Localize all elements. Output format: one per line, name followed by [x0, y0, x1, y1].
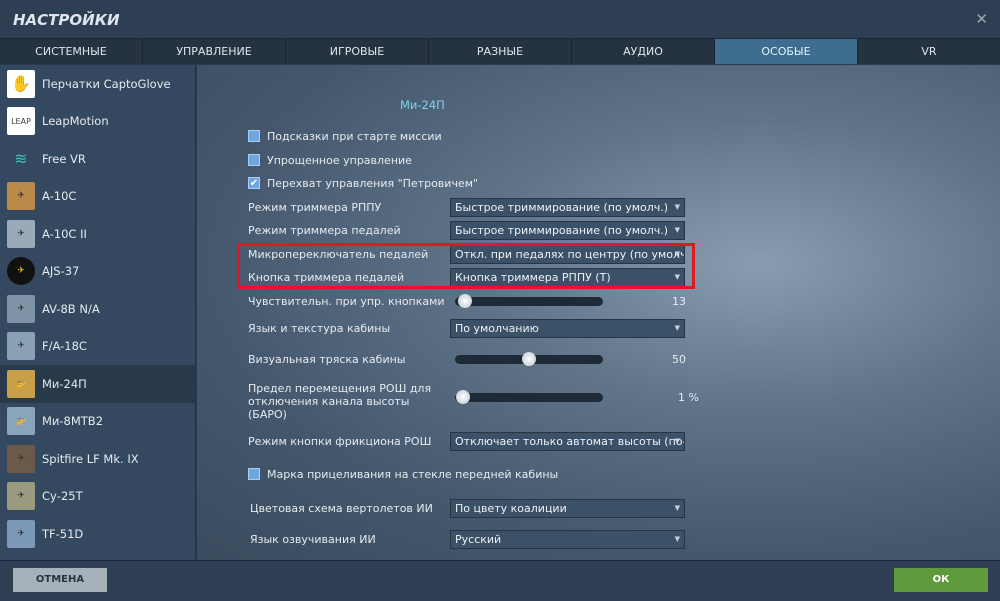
aircraft-icon: ✈	[7, 182, 35, 211]
label: Предел перемещения РОШ для отключения ка…	[248, 381, 432, 421]
aircraft-icon: ✈	[7, 332, 35, 361]
sidebar-item-mi8[interactable]: 🚁 Ми-8МТВ2	[0, 403, 195, 441]
captoglove-icon: ✋	[7, 69, 35, 98]
tab-vr[interactable]: VR	[858, 39, 1000, 64]
title-bar: НАСТРОЙКИ ✕	[0, 0, 1000, 39]
slider-thumb[interactable]	[456, 390, 471, 404]
label: Цветовая схема вертолетов ИИ	[250, 501, 433, 515]
slider-value: 13	[672, 295, 686, 308]
sidebar-item-leapmotion[interactable]: LEAP LeapMotion	[0, 103, 195, 141]
cyclic-trim-mode-dropdown[interactable]: Быстрое триммирование (по умолч.) ▼	[450, 198, 685, 217]
cockpit-language-dropdown[interactable]: По умолчанию ▼	[450, 319, 685, 338]
helicopter-icon: 🚁	[7, 369, 35, 398]
checkbox-simplified-controls[interactable]: Упрощенное управление	[248, 150, 698, 170]
sidebar-item-freevr[interactable]: ≋ Free VR	[0, 140, 195, 178]
tab-system[interactable]: СИСТЕМНЫЕ	[0, 39, 143, 64]
ai-voice-language-dropdown[interactable]: Русский ▼	[450, 530, 685, 549]
sidebar-item-av8b[interactable]: ✈ AV-8B N/A	[0, 290, 195, 328]
sidebar-item-mi24p[interactable]: 🚁 Ми-24П	[0, 365, 195, 403]
collective-travel-slider[interactable]	[455, 390, 603, 404]
sidebar-item-a10c[interactable]: ✈ A-10C	[0, 178, 195, 216]
label: Чувствительн. при упр. кнопками	[248, 294, 445, 308]
checkbox[interactable]	[248, 468, 260, 480]
label: Язык и текстура кабины	[248, 321, 391, 335]
button-sensitivity-slider[interactable]	[455, 294, 603, 308]
chevron-down-icon: ▼	[674, 203, 680, 211]
close-icon[interactable]: ✕	[975, 10, 988, 28]
checkbox-petrovich-takeover[interactable]: ✔ Перехват управления "Петровичем"	[248, 173, 698, 193]
sidebar-item-captoglove[interactable]: ✋ Перчатки CaptoGlove	[0, 65, 195, 103]
slider-thumb[interactable]	[457, 294, 472, 308]
sidebar-item-spitfire[interactable]: ✈ Spitfire LF Mk. IX	[0, 440, 195, 478]
aircraft-icon: ✈	[7, 482, 35, 511]
sidebar-item-ajs37[interactable]: ✈ AJS-37	[0, 253, 195, 291]
footer-bar: ОТМЕНА ОК	[0, 560, 1000, 601]
tab-controls[interactable]: УПРАВЛЕНИЕ	[143, 39, 286, 64]
chevron-down-icon: ▼	[674, 324, 680, 332]
chevron-down-icon: ▼	[674, 504, 680, 512]
tab-bar: СИСТЕМНЫЕ УПРАВЛЕНИЕ ИГРОВЫЕ РАЗНЫЕ АУДИ…	[0, 39, 1000, 64]
sidebar-item-tf51d[interactable]: ✈ TF-51D	[0, 515, 195, 553]
settings-panel: Ми-24П Подсказки при старте миссии Упрощ…	[197, 65, 1000, 560]
label: Язык озвучивания ИИ	[250, 532, 376, 546]
label: Режим триммера РППУ	[248, 200, 382, 214]
chevron-down-icon: ▼	[674, 226, 680, 234]
slider-value: 50	[672, 353, 686, 366]
checkbox[interactable]	[248, 154, 260, 166]
slider-thumb[interactable]	[522, 352, 536, 366]
freevr-icon: ≋	[14, 149, 28, 169]
sidebar-item-fa18c[interactable]: ✈ F/A-18C	[0, 328, 195, 366]
aircraft-icon: ✈	[7, 444, 35, 473]
chevron-down-icon: ▼	[674, 535, 680, 543]
checkbox[interactable]	[248, 130, 260, 142]
pedal-trim-mode-dropdown[interactable]: Быстрое триммирование (по умолч.) ▼	[450, 221, 685, 240]
sidebar-item-su25t[interactable]: ✈ Су-25Т	[0, 478, 195, 516]
checkbox-mission-hints[interactable]: Подсказки при старте миссии	[248, 126, 698, 146]
checkbox-front-cockpit-reticle[interactable]: Марка прицеливания на стекле передней ка…	[248, 464, 848, 484]
ai-color-scheme-dropdown[interactable]: По цвету коалиции ▼	[450, 499, 685, 518]
aircraft-icon: ✈	[7, 219, 35, 248]
helicopter-icon: 🚁	[7, 407, 35, 436]
tab-special[interactable]: ОСОБЫЕ	[715, 39, 858, 64]
aircraft-icon: ✈	[7, 257, 35, 286]
slider-value: 1 %	[678, 391, 699, 404]
tab-gameplay[interactable]: ИГРОВЫЕ	[286, 39, 429, 64]
aircraft-icon: ✈	[7, 294, 35, 323]
cockpit-shake-slider[interactable]	[455, 352, 603, 366]
tab-audio[interactable]: АУДИО	[572, 39, 715, 64]
label: Режим кнопки фрикциона РОШ	[248, 434, 432, 448]
window-title: НАСТРОЙКИ	[13, 11, 120, 29]
module-heading: Ми-24П	[400, 98, 445, 112]
label: Режим триммера педалей	[248, 223, 401, 237]
collective-friction-dropdown[interactable]: Отключает только автомат высоты (по-умол…	[450, 432, 685, 451]
checkbox-checked[interactable]: ✔	[248, 177, 260, 189]
label: Визуальная тряска кабины	[248, 352, 406, 366]
module-list: ✋ Перчатки CaptoGlove LEAP LeapMotion ≋ Fre…	[0, 65, 196, 560]
aircraft-icon: ✈	[7, 519, 35, 548]
highlight-box	[237, 243, 695, 289]
cancel-button[interactable]: ОТМЕНА	[13, 568, 107, 592]
ok-button[interactable]: ОК	[894, 568, 988, 592]
sidebar-item-a10c-ii[interactable]: ✈ A-10C II	[0, 215, 195, 253]
tab-misc[interactable]: РАЗНЫЕ	[429, 39, 572, 64]
leapmotion-icon: LEAP	[7, 107, 35, 136]
chevron-down-icon: ▼	[674, 437, 680, 445]
